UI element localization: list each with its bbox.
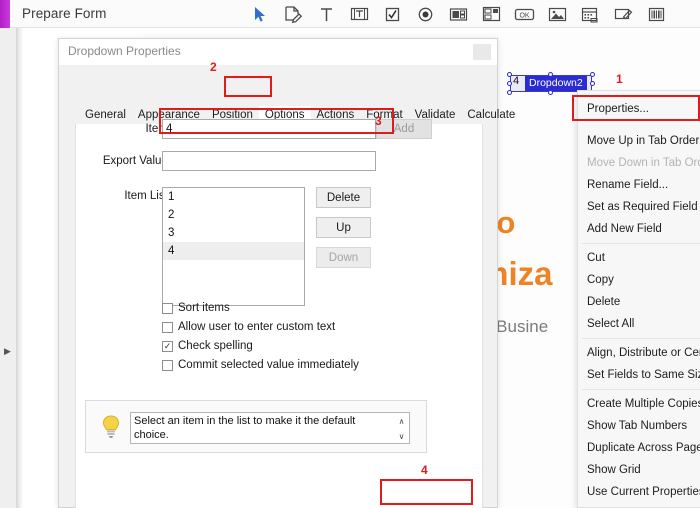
menu-separator-1 [582, 243, 700, 244]
tab-general[interactable]: General [79, 106, 132, 124]
tab-calculate[interactable]: Calculate [461, 106, 521, 124]
app-window: Prepare Form OK ▶ to imiza e Busine 4 Dr… [0, 0, 700, 508]
menu-item-show-grid[interactable]: Show Grid [587, 464, 641, 476]
check-spelling-checkbox-row[interactable]: ✓ Check spelling [162, 340, 253, 352]
resize-handle-n[interactable] [548, 72, 553, 77]
page-title: Prepare Form [22, 6, 107, 21]
field-context-menu: Properties... Move Up in Tab Order Move … [577, 90, 700, 508]
menu-item-cut[interactable]: Cut [587, 252, 605, 264]
barcode-icon[interactable] [646, 4, 667, 25]
commit-value-checkbox-row[interactable]: Commit selected value immediately [162, 359, 359, 371]
hint-text-box: Select an item in the list to make it th… [130, 412, 410, 444]
checkbox-icon[interactable] [382, 4, 403, 25]
menu-item-copy[interactable]: Copy [587, 274, 614, 286]
brand-accent-bar [0, 0, 10, 28]
annotation-number-4: 4 [421, 463, 428, 477]
delete-button[interactable]: Delete [316, 187, 371, 208]
dropdown-properties-dialog: Dropdown Properties General Appearance P… [58, 38, 515, 508]
push-button-icon[interactable]: OK [514, 4, 535, 25]
scroll-down-arrow-icon[interactable]: ∨ [399, 430, 405, 444]
hint-text: Select an item in the list to make it th… [134, 415, 356, 441]
dialog-body: General Appearance Position Options Acti… [59, 65, 515, 508]
menu-item-show-tab-numbers[interactable]: Show Tab Numbers [587, 420, 687, 432]
dropdown-icon[interactable] [481, 4, 502, 25]
menu-separator-2 [582, 338, 700, 339]
field-name-label: Dropdown2 [525, 76, 587, 91]
commit-value-label: Commit selected value immediately [178, 359, 359, 371]
hint-panel: Select an item in the list to make it th… [85, 400, 427, 453]
svg-text:OK: OK [519, 12, 529, 19]
field-tab-number: 4 [513, 75, 520, 87]
item-list-label: Item List: [124, 190, 171, 202]
prepare-form-icon[interactable] [283, 4, 304, 25]
resize-handle-s[interactable] [548, 90, 553, 95]
radio-button-icon[interactable] [415, 4, 436, 25]
list-box-icon[interactable] [448, 4, 469, 25]
commit-value-checkbox[interactable] [162, 359, 173, 371]
item-label: Item: [145, 123, 171, 135]
menu-item-move-down-tab-order: Move Down in Tab Order [587, 157, 700, 169]
allow-custom-text-label: Allow user to enter custom text [178, 321, 336, 333]
list-item[interactable]: 3 [163, 224, 304, 242]
menu-item-duplicate-across-pages[interactable]: Duplicate Across Pages... [587, 442, 700, 454]
text-icon[interactable] [316, 4, 337, 25]
expand-panel-arrow-icon[interactable]: ▶ [4, 346, 13, 357]
image-field-icon[interactable] [547, 4, 568, 25]
left-navigation-rail[interactable]: ▶ [0, 28, 17, 508]
menu-item-set-fields-same-size[interactable]: Set Fields to Same Size [587, 369, 700, 381]
sort-items-checkbox[interactable] [162, 302, 173, 314]
menu-item-rename-field[interactable]: Rename Field... [587, 179, 668, 191]
menu-item-add-new-field[interactable]: Add New Field [587, 223, 662, 235]
resize-handle-e[interactable] [590, 81, 595, 86]
menu-item-delete[interactable]: Delete [587, 296, 620, 308]
list-item[interactable]: 2 [163, 206, 304, 224]
add-button[interactable]: Add [376, 119, 432, 139]
lightbulb-icon [100, 414, 122, 440]
signature-field-icon[interactable] [613, 4, 634, 25]
dialog-title: Dropdown Properties [68, 44, 181, 58]
menu-item-move-up-tab-order[interactable]: Move Up in Tab Order [587, 135, 699, 147]
check-spelling-label: Check spelling [178, 340, 253, 352]
list-item[interactable]: 4 [163, 242, 304, 260]
form-tools-toolbar: OK [250, 0, 667, 28]
dialog-titlebar[interactable]: Dropdown Properties [59, 39, 497, 65]
annotation-number-1: 1 [616, 72, 623, 86]
allow-custom-text-checkbox[interactable] [162, 321, 173, 333]
resize-handle-ne[interactable] [590, 72, 595, 77]
menu-item-use-current-properties[interactable]: Use Current Properties... [587, 486, 700, 498]
select-pointer-icon[interactable] [250, 4, 271, 25]
scroll-up-arrow-icon[interactable]: ∧ [399, 415, 405, 429]
menu-item-create-multiple-copies[interactable]: Create Multiple Copies... [587, 398, 700, 410]
menu-item-align-distribute-center[interactable]: Align, Distribute or Center [587, 347, 700, 359]
export-value-input[interactable] [162, 151, 376, 171]
list-item[interactable]: 1 [163, 188, 304, 206]
dialog-corner-button[interactable] [473, 44, 491, 60]
annotation-number-2: 2 [210, 60, 217, 74]
resize-handle-sw[interactable] [507, 90, 512, 95]
text-field-icon[interactable] [349, 4, 370, 25]
menu-item-select-all[interactable]: Select All [587, 318, 634, 330]
menu-item-properties[interactable]: Properties... [587, 103, 649, 115]
sort-items-checkbox-row[interactable]: Sort items [162, 302, 230, 314]
allow-custom-text-checkbox-row[interactable]: Allow user to enter custom text [162, 321, 335, 333]
item-input[interactable] [162, 119, 376, 139]
date-field-icon[interactable] [580, 4, 601, 25]
annotation-number-3: 3 [375, 114, 382, 128]
export-value-label: Export Value: [102, 155, 171, 167]
item-list[interactable]: 1 2 3 4 [162, 187, 305, 306]
menu-item-set-required-field[interactable]: Set as Required Field [587, 201, 698, 213]
resize-handle-w[interactable] [507, 81, 512, 86]
hint-scrollbar[interactable]: ∧ ∨ [395, 414, 408, 444]
resize-handle-nw[interactable] [507, 72, 512, 77]
menu-separator-3 [582, 389, 700, 390]
sort-items-label: Sort items [178, 302, 230, 314]
move-up-button[interactable]: Up [316, 217, 371, 238]
check-spelling-checkbox[interactable]: ✓ [162, 340, 173, 352]
move-down-button: Down [316, 247, 371, 268]
